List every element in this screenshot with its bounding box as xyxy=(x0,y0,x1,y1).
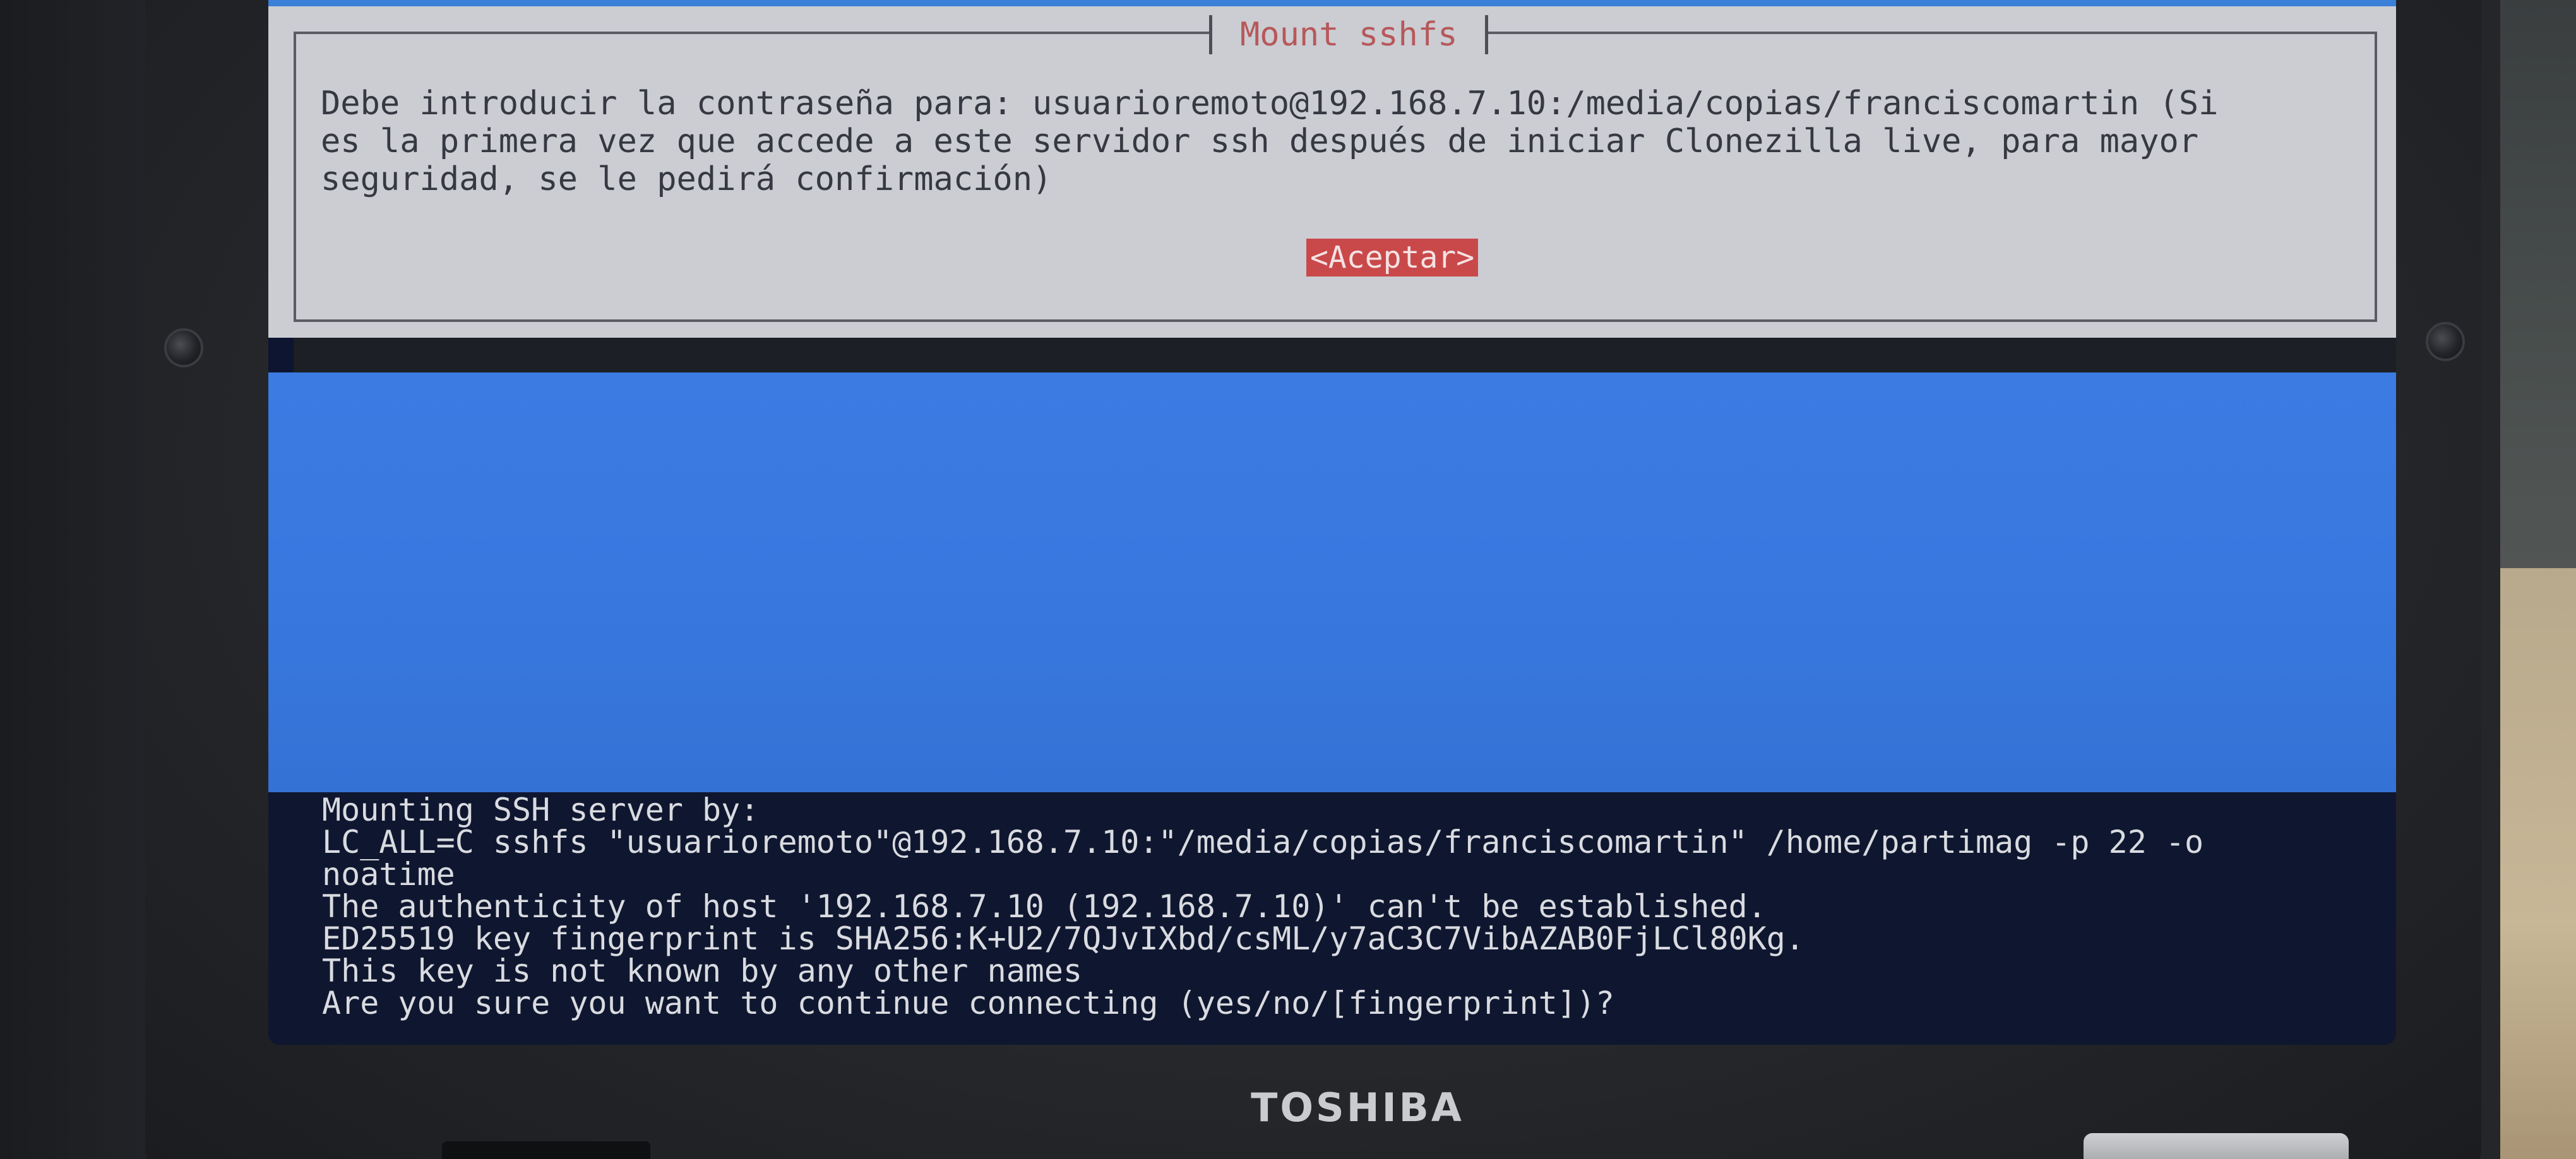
terminal-line: The authenticity of host '192.168.7.10 (… xyxy=(322,888,1767,925)
toshiba-logo: TOSHIBA xyxy=(1251,1085,1464,1131)
laptop-hinge-left xyxy=(442,1141,650,1159)
laptop-hinge-right xyxy=(2084,1133,2349,1159)
terminal-output: Mounting SSH server by: LC_ALL=C sshfs "u… xyxy=(322,794,2203,1019)
photo: Mount sshfs Debe introducir la contraseñ… xyxy=(0,0,2576,1159)
mount-sshfs-dialog: Mount sshfs Debe introducir la contraseñ… xyxy=(268,6,2396,338)
bezel-screw-right xyxy=(2426,322,2465,361)
terminal-line: This key is not known by any other names xyxy=(322,953,1083,989)
desktop-blue-background xyxy=(268,372,2396,792)
background-desk xyxy=(2500,568,2576,1159)
terminal-line: LC_ALL=C sshfs "usuarioremoto"@192.168.7… xyxy=(322,824,2204,860)
dialog-title: Mount sshfs xyxy=(1209,15,1489,54)
bezel-screw-left xyxy=(164,328,203,367)
terminal-line: ED25519 key fingerprint is SHA256:K+U2/7… xyxy=(322,920,1804,957)
terminal-line: noatime xyxy=(322,856,455,893)
accept-button[interactable]: <Aceptar> xyxy=(1306,239,1479,276)
terminal-line: Mounting SSH server by: xyxy=(322,792,760,828)
dialog-shadow xyxy=(294,338,2396,374)
dialog-message: Debe introducir la contraseña para: usua… xyxy=(321,85,2219,198)
terminal-prompt-line: Are you sure you want to continue connec… xyxy=(322,985,1614,1021)
